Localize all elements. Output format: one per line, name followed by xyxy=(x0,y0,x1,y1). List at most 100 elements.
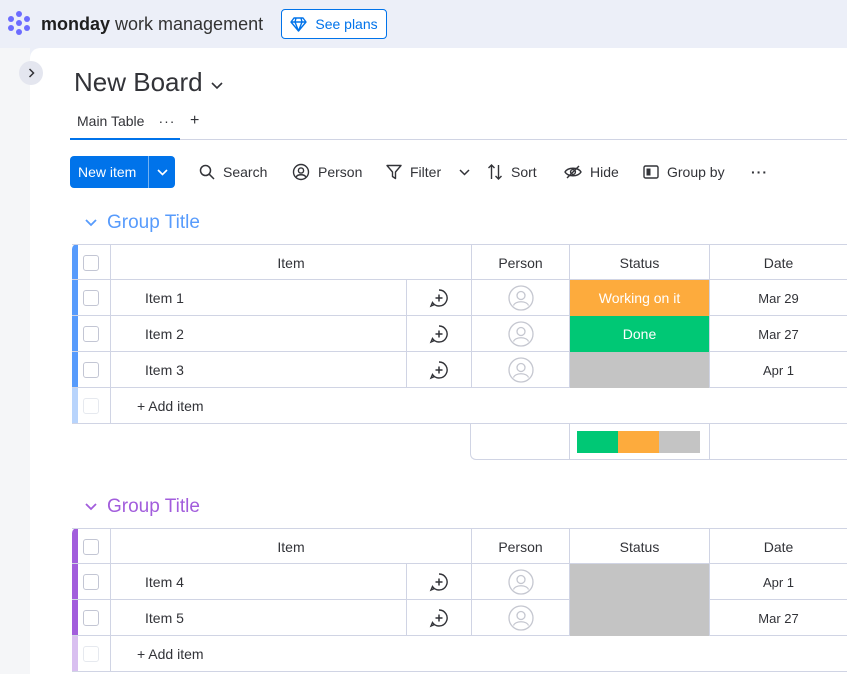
group-header-1[interactable]: Group Title xyxy=(85,212,200,234)
board-title[interactable]: New Board xyxy=(74,67,223,98)
chevron-down-icon[interactable] xyxy=(85,500,97,514)
person-cell[interactable] xyxy=(472,280,570,316)
add-update-icon[interactable] xyxy=(407,564,472,600)
chevron-down-icon xyxy=(211,77,223,93)
column-header-item[interactable]: Item xyxy=(111,245,472,281)
item-name-cell[interactable]: Item 3 xyxy=(111,352,407,388)
row-select-cell xyxy=(72,600,111,636)
empty-avatar-icon[interactable] xyxy=(507,321,534,347)
filter-button[interactable]: Filter xyxy=(386,156,470,188)
column-header-status[interactable]: Status xyxy=(570,529,710,565)
column-header-date[interactable]: Date xyxy=(710,529,847,565)
select-all-checkbox[interactable] xyxy=(83,539,99,555)
person-filter-button[interactable]: Person xyxy=(292,156,362,188)
group-title-1[interactable]: Group Title xyxy=(107,212,200,234)
status-cell[interactable]: Done xyxy=(570,316,710,352)
status-cell[interactable] xyxy=(570,352,710,388)
row-select-cell xyxy=(72,352,111,388)
column-header-person[interactable]: Person xyxy=(472,245,570,281)
row-checkbox[interactable] xyxy=(83,290,99,306)
filter-label: Filter xyxy=(410,164,442,180)
search-button[interactable]: Search xyxy=(199,156,267,188)
table-row: Item 4 Apr 1 xyxy=(72,564,847,600)
row-checkbox[interactable] xyxy=(83,362,99,378)
column-header-person[interactable]: Person xyxy=(472,529,570,565)
chevron-right-icon xyxy=(28,68,35,78)
board-panel: New Board Main Table ··· + New item Sear… xyxy=(30,48,847,674)
person-cell[interactable] xyxy=(472,600,570,636)
status-summary-segment-empty[interactable] xyxy=(659,431,700,453)
row-checkbox[interactable] xyxy=(83,326,99,342)
item-name-cell[interactable]: Item 1 xyxy=(111,280,407,316)
add-item-input[interactable]: + Add item xyxy=(111,388,511,424)
divider xyxy=(569,424,570,460)
date-cell[interactable]: Mar 29 xyxy=(710,280,847,316)
search-label: Search xyxy=(223,164,268,180)
add-item-input[interactable]: + Add item xyxy=(111,636,511,672)
status-cell[interactable]: Working on it xyxy=(570,280,710,316)
table-header-row: Item Person Status Date xyxy=(72,528,847,565)
add-update-icon[interactable] xyxy=(407,316,472,352)
date-cell[interactable]: Apr 1 xyxy=(710,564,847,600)
search-icon xyxy=(199,164,215,180)
add-update-icon[interactable] xyxy=(407,600,472,636)
person-cell[interactable] xyxy=(472,564,570,600)
see-plans-button[interactable]: See plans xyxy=(281,9,387,39)
empty-avatar-icon[interactable] xyxy=(507,569,534,595)
status-cell[interactable] xyxy=(570,564,710,600)
add-item-row: + Add item xyxy=(72,636,847,672)
item-name-cell[interactable]: Item 2 xyxy=(111,316,407,352)
chevron-down-icon[interactable] xyxy=(85,216,97,230)
column-header-date[interactable]: Date xyxy=(710,245,847,281)
status-cell[interactable] xyxy=(570,600,710,636)
item-name-cell[interactable]: Item 5 xyxy=(111,600,407,636)
new-item-button[interactable]: New item xyxy=(70,156,175,188)
sort-label: Sort xyxy=(511,164,537,180)
group-by-icon xyxy=(643,165,659,179)
hide-button[interactable]: Hide xyxy=(564,156,619,188)
sort-button[interactable]: Sort xyxy=(487,156,537,188)
see-plans-label: See plans xyxy=(315,16,378,32)
person-cell[interactable] xyxy=(472,316,570,352)
brand-name: monday work management xyxy=(41,13,263,35)
expand-sidebar-button[interactable] xyxy=(19,61,43,85)
group-title-2[interactable]: Group Title xyxy=(107,496,200,518)
top-bar: monday work management See plans xyxy=(0,0,847,48)
table-row: Item 1 Working on it Mar 29 xyxy=(72,280,847,316)
empty-avatar-icon[interactable] xyxy=(507,605,534,631)
tab-more-icon[interactable]: ··· xyxy=(158,113,175,129)
row-select-cell xyxy=(72,388,111,424)
empty-avatar-icon[interactable] xyxy=(507,357,534,383)
status-summary-segment-done[interactable] xyxy=(577,431,618,453)
status-summary-bar[interactable] xyxy=(577,431,700,453)
more-options-button[interactable]: ··· xyxy=(751,156,768,188)
group-by-button[interactable]: Group by xyxy=(643,156,725,188)
add-view-button[interactable]: + xyxy=(190,112,199,130)
group-header-2[interactable]: Group Title xyxy=(85,496,200,518)
filter-icon xyxy=(386,164,402,180)
item-name-cell[interactable]: Item 4 xyxy=(111,564,407,600)
row-checkbox[interactable] xyxy=(83,610,99,626)
brand-name-light: work management xyxy=(110,14,264,34)
date-cell[interactable]: Apr 1 xyxy=(710,352,847,388)
tab-main-table-label: Main Table xyxy=(77,113,145,129)
chevron-down-icon[interactable] xyxy=(459,168,470,176)
add-update-icon[interactable] xyxy=(407,352,472,388)
row-checkbox xyxy=(83,398,99,414)
date-cell[interactable]: Mar 27 xyxy=(710,600,847,636)
monday-logo-icon[interactable] xyxy=(6,10,32,36)
new-item-label[interactable]: New item xyxy=(70,164,148,180)
column-header-item[interactable]: Item xyxy=(111,529,472,565)
chevron-down-icon[interactable] xyxy=(149,165,175,179)
date-cell[interactable]: Mar 27 xyxy=(710,316,847,352)
column-header-status[interactable]: Status xyxy=(570,245,710,281)
left-rail xyxy=(0,48,30,674)
hide-label: Hide xyxy=(590,164,619,180)
person-cell[interactable] xyxy=(472,352,570,388)
add-update-icon[interactable] xyxy=(407,280,472,316)
status-summary-segment-working[interactable] xyxy=(618,431,659,453)
select-all-checkbox[interactable] xyxy=(83,255,99,271)
empty-avatar-icon[interactable] xyxy=(507,285,534,311)
row-checkbox[interactable] xyxy=(83,574,99,590)
tab-main-table[interactable]: Main Table ··· xyxy=(70,104,180,140)
